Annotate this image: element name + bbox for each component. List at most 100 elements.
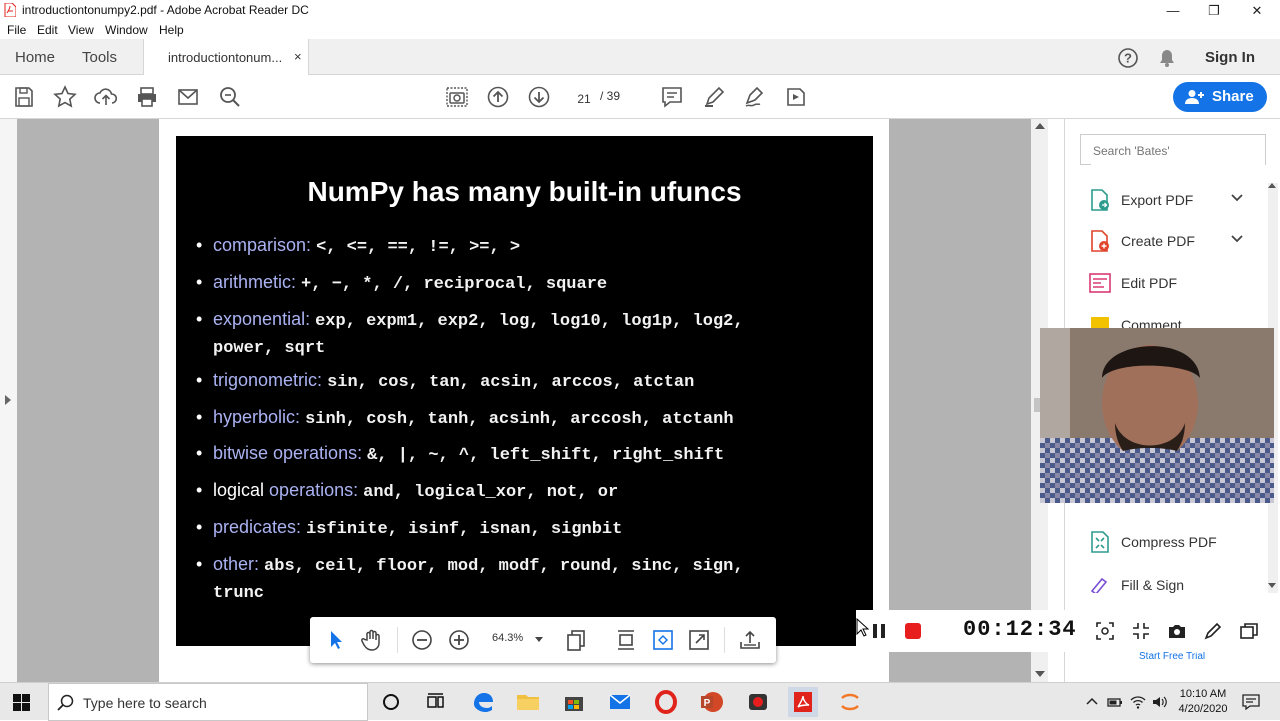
highlight-pen-icon[interactable] (702, 85, 726, 109)
close-tab-icon[interactable]: × (294, 49, 302, 64)
windows-start-icon[interactable] (13, 694, 30, 711)
tool-export-pdf[interactable]: Export PDF (1088, 186, 1258, 212)
scroll-down-icon[interactable] (1035, 671, 1045, 677)
stop-recording-icon[interactable] (905, 623, 921, 639)
fullscreen-capture-icon[interactable] (1132, 622, 1150, 640)
jupyter-icon[interactable] (835, 687, 865, 717)
bookmark-star-icon[interactable] (53, 85, 77, 109)
comment-tool-icon (1088, 313, 1112, 328)
presenter-video-frame (1040, 328, 1274, 503)
opera-browser-icon[interactable] (651, 687, 681, 717)
scroll-down-icon[interactable] (1268, 583, 1276, 588)
task-view-icon[interactable] (420, 687, 450, 717)
tool-compress-pdf[interactable]: Compress PDF (1088, 528, 1258, 554)
tool-fill-sign[interactable]: Fill & Sign (1088, 571, 1258, 593)
acrobat-reader-taskbar-icon[interactable] (788, 687, 818, 717)
tools-search-input[interactable] (1091, 136, 1265, 165)
menu-file[interactable]: File (7, 23, 26, 37)
expand-left-panel-icon[interactable] (5, 395, 11, 405)
volume-icon[interactable] (1152, 694, 1168, 710)
draw-pen-icon[interactable] (1204, 622, 1222, 640)
scroll-up-icon[interactable] (1035, 123, 1045, 129)
slide-content: NumPy has many built-in ufuncs • compari… (176, 136, 873, 646)
powerpoint-icon[interactable]: P (697, 687, 727, 717)
show-hidden-icons-chevron[interactable] (1086, 696, 1098, 708)
print-icon[interactable] (135, 85, 159, 109)
tab-home[interactable]: Home (15, 39, 55, 75)
hand-tool-icon[interactable] (360, 628, 384, 652)
page-thumbnails-icon[interactable] (564, 628, 588, 652)
select-pointer-icon[interactable] (324, 628, 348, 652)
tool-create-pdf[interactable]: Create PDF (1088, 227, 1258, 253)
taskbar-search-box[interactable]: Type here to search (48, 683, 368, 721)
screen-recorder-bar: 00:12:34 (856, 610, 1280, 652)
action-center-icon[interactable] (1242, 694, 1260, 710)
edge-browser-icon[interactable] (468, 687, 498, 717)
window-mode-icon[interactable] (1240, 622, 1258, 640)
sign-in-link[interactable]: Sign In (1205, 39, 1255, 75)
mail-icon[interactable] (605, 687, 635, 717)
next-page-icon[interactable] (527, 85, 551, 109)
snapshot-camera-icon[interactable] (445, 85, 469, 109)
compress-pdf-icon (1088, 530, 1112, 554)
wifi-icon[interactable] (1130, 694, 1146, 710)
chevron-down-icon[interactable] (1230, 190, 1244, 204)
recording-timer: 00:12:34 (963, 617, 1077, 642)
scroll-up-icon[interactable] (1268, 183, 1276, 188)
close-window-button[interactable]: ✕ (1234, 0, 1280, 21)
capture-region-icon[interactable] (1096, 622, 1114, 640)
main-toolbar: / 39 Share (0, 75, 1280, 119)
menu-help[interactable]: Help (159, 23, 184, 37)
save-icon[interactable] (12, 85, 36, 109)
tab-document[interactable]: introductiontonum... × (143, 39, 309, 75)
acrobat-app-icon (4, 3, 16, 17)
zoom-out-icon[interactable] (410, 628, 434, 652)
restore-button[interactable]: ❐ (1191, 0, 1237, 21)
divider (724, 627, 725, 653)
menu-window[interactable]: Window (105, 23, 148, 37)
search-zoom-icon[interactable] (218, 85, 242, 109)
sign-pen-icon[interactable] (743, 85, 767, 109)
microsoft-store-icon[interactable] (559, 687, 589, 717)
tool-edit-pdf[interactable]: Edit PDF (1088, 269, 1258, 295)
left-panel-collapsed[interactable] (0, 119, 17, 682)
upload-cloud-icon[interactable] (94, 85, 118, 109)
tool-comment[interactable]: Comment (1088, 311, 1258, 328)
share-button[interactable]: Share (1173, 82, 1267, 112)
fit-page-icon[interactable] (651, 628, 675, 652)
pause-recording-icon[interactable] (870, 622, 888, 640)
zoom-dropdown-icon[interactable] (535, 637, 543, 642)
menu-view[interactable]: View (68, 23, 94, 37)
full-screen-icon[interactable] (687, 628, 711, 652)
minimize-button[interactable]: — (1150, 0, 1196, 21)
document-tab-label: introductiontonum... (168, 50, 283, 65)
comment-icon[interactable] (660, 85, 684, 109)
more-tools-icon[interactable] (784, 85, 808, 109)
tab-tools[interactable]: Tools (82, 39, 117, 75)
file-explorer-icon[interactable] (513, 687, 543, 717)
divider (397, 627, 398, 653)
start-free-trial-link[interactable]: Start Free Trial (1139, 651, 1205, 662)
battery-icon[interactable] (1107, 695, 1123, 709)
screenshot-camera-icon[interactable] (1168, 622, 1186, 640)
window-title: introductiontonumpy2.pdf - Adobe Acrobat… (22, 3, 309, 17)
help-icon[interactable]: ? (1117, 47, 1139, 69)
screen-recorder-app-icon[interactable] (743, 687, 773, 717)
page-number-input[interactable] (568, 88, 600, 110)
share-label: Share (1212, 88, 1254, 105)
tools-search-box[interactable] (1080, 134, 1266, 165)
export-tray-icon[interactable] (738, 628, 762, 652)
email-icon[interactable] (176, 85, 200, 109)
chevron-down-icon[interactable] (1230, 231, 1244, 245)
scrolling-mode-icon[interactable] (614, 628, 638, 652)
zoom-in-icon[interactable] (447, 628, 471, 652)
cortana-icon[interactable] (376, 687, 406, 717)
system-clock[interactable]: 10:10 AM 4/20/2020 (1172, 687, 1234, 717)
tab-bar: Home Tools introductiontonum... × ? Sign… (0, 39, 1280, 75)
menu-edit[interactable]: Edit (37, 23, 58, 37)
notifications-bell-icon[interactable] (1157, 48, 1177, 68)
mouse-cursor-icon (856, 618, 870, 638)
previous-page-icon[interactable] (486, 85, 510, 109)
zoom-level[interactable]: 64.3% (492, 632, 523, 644)
export-pdf-icon (1088, 188, 1112, 212)
